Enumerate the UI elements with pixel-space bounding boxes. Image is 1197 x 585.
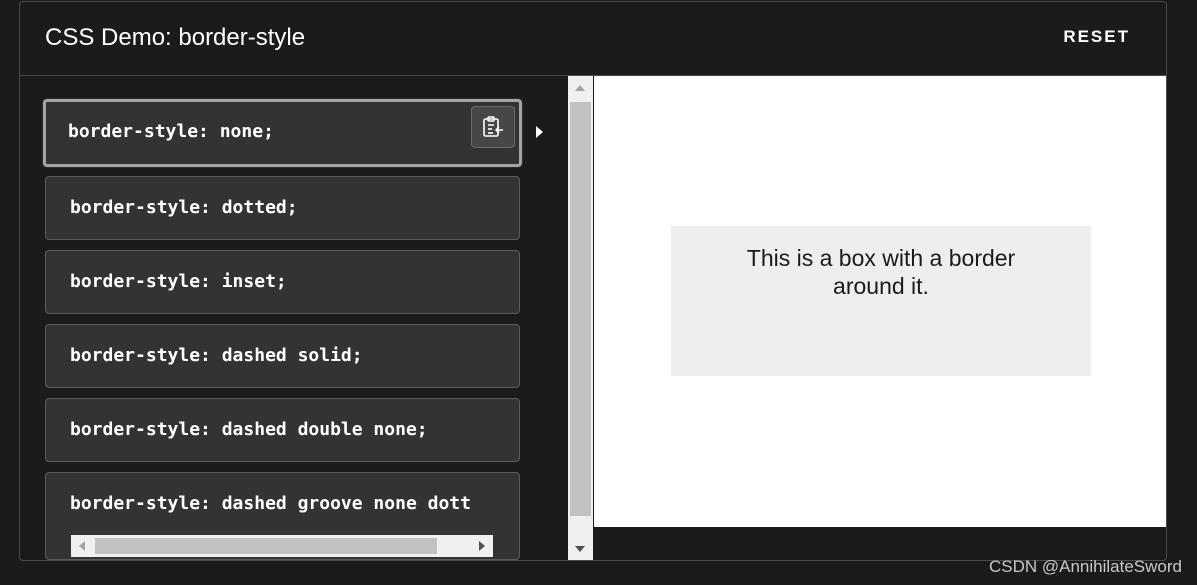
copy-button[interactable] (471, 106, 515, 148)
choice-item[interactable]: border-style: dashed solid; (45, 324, 520, 388)
choice-item[interactable]: border-style: dotted; (45, 176, 520, 240)
demo-header: CSS Demo: border-style RESET (20, 2, 1166, 76)
choice-item[interactable]: border-style: dashed groove none dott (45, 472, 520, 560)
demo-frame: CSS Demo: border-style RESET border-styl… (19, 1, 1167, 561)
scrollbar-thumb[interactable] (95, 538, 437, 554)
vertical-scrollbar[interactable] (568, 76, 593, 560)
choice-list: border-style: none; border-style: dotted… (20, 76, 568, 560)
choice-item[interactable]: border-style: inset; (45, 250, 520, 314)
choice-code: border-style: inset; (70, 271, 287, 292)
watermark: CSDN @AnnihilateSword (988, 557, 1182, 576)
choice-item[interactable]: border-style: dashed double none; (45, 398, 520, 462)
play-triangle-icon (536, 126, 543, 138)
scroll-up-icon[interactable] (575, 85, 585, 91)
choice-code: border-style: dashed double none; (70, 419, 428, 440)
scroll-down-icon[interactable] (575, 546, 585, 552)
scroll-right-icon[interactable] (479, 541, 485, 551)
clipboard-copy-icon (483, 116, 503, 137)
choice-code: border-style: dashed groove none dott (70, 493, 471, 514)
scrollbar-thumb[interactable] (570, 102, 591, 516)
choice-code: border-style: dotted; (70, 197, 298, 218)
choice-item[interactable]: border-style: none; (43, 99, 522, 167)
output-panel: This is a box with a border around it. (594, 76, 1166, 527)
choice-code: border-style: dashed solid; (70, 345, 363, 366)
example-box-text: This is a box with a border around it. (746, 245, 1016, 299)
scroll-left-icon[interactable] (79, 541, 85, 551)
choice-code: border-style: none; (68, 121, 274, 142)
horizontal-scrollbar[interactable] (71, 535, 493, 557)
page-title: CSS Demo: border-style (45, 24, 306, 51)
reset-button[interactable]: RESET (1063, 27, 1130, 47)
example-box: This is a box with a border around it. (671, 226, 1091, 376)
